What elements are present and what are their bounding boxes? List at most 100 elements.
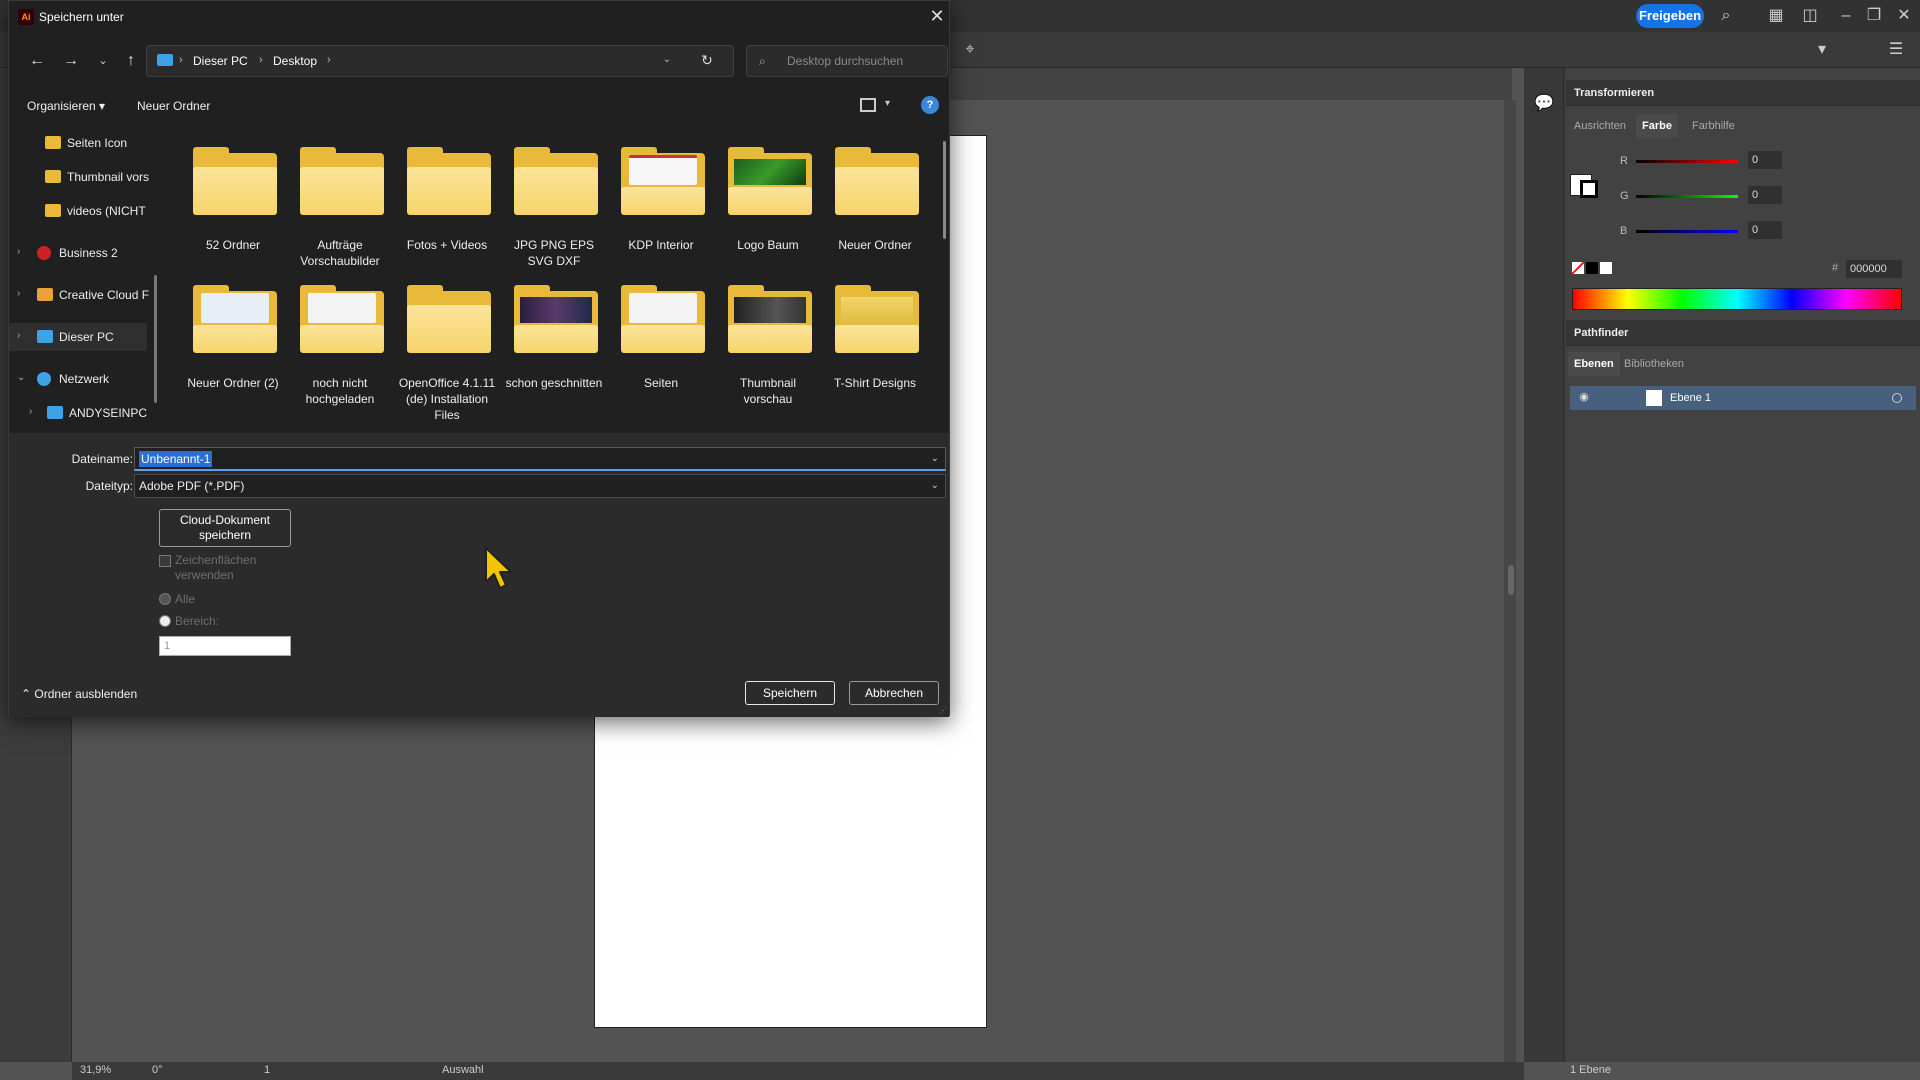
help-icon[interactable]: ? xyxy=(921,96,939,114)
folder-item[interactable]: Logo Baum xyxy=(716,129,820,259)
chevron-down-icon[interactable]: ▾ xyxy=(885,98,890,109)
back-arrow-icon[interactable]: ← xyxy=(25,49,49,73)
nav-item-thumbnail[interactable]: Thumbnail vors xyxy=(9,163,159,191)
breadcrumb-desktop[interactable]: Desktop xyxy=(273,54,317,68)
panel-options-icon[interactable]: ▾ xyxy=(1812,40,1832,60)
organize-menu[interactable]: Organisieren ▾ xyxy=(27,99,105,113)
range-input[interactable]: 1 xyxy=(159,636,291,656)
b-value[interactable]: 0 xyxy=(1748,221,1782,239)
address-bar[interactable]: › Dieser PC › Desktop › ⌄ ↻ xyxy=(146,45,734,77)
hide-folders-toggle[interactable]: ⌃ Ordner ausblenden xyxy=(21,687,137,701)
filename-value[interactable]: Unbenannt-1 xyxy=(139,451,213,467)
folder-item[interactable]: Aufträge Vorschaubilder xyxy=(288,129,392,268)
nav-item-netzwerk[interactable]: ⌄ Netzwerk xyxy=(9,365,159,393)
nav-item-videos[interactable]: videos (NICHT xyxy=(9,197,159,225)
folder-item[interactable]: Seiten xyxy=(609,267,713,397)
search-input[interactable]: ⌕ Desktop durchsuchen xyxy=(746,45,948,77)
chevron-right-icon[interactable]: › xyxy=(29,406,32,417)
artboard-number[interactable]: 1 xyxy=(264,1064,270,1076)
cancel-button[interactable]: Abbrechen xyxy=(849,681,939,705)
dialog-title-bar[interactable]: Ai Speichern unter ✕ xyxy=(9,1,949,33)
folder-item[interactable]: noch nicht hochgeladen xyxy=(288,267,392,406)
up-arrow-icon[interactable]: ↑ xyxy=(119,49,143,73)
folder-item[interactable]: T-Shirt Designs xyxy=(823,267,927,397)
chevron-down-icon[interactable]: ⌄ xyxy=(931,480,939,491)
g-slider[interactable] xyxy=(1636,195,1738,198)
eye-icon[interactable]: ◉ xyxy=(1576,389,1592,405)
chevron-right-icon[interactable]: › xyxy=(327,54,331,66)
restore-icon[interactable]: ❐ xyxy=(1864,6,1884,26)
tab-align[interactable]: Ausrichten xyxy=(1568,114,1632,138)
layer-name[interactable]: Ebene 1 xyxy=(1670,386,1711,410)
pathfinder-panel-header[interactable]: Pathfinder xyxy=(1566,320,1920,346)
share-button[interactable]: Freigeben xyxy=(1636,4,1704,28)
folder-item[interactable]: schon geschnitten xyxy=(502,267,606,397)
folder-item[interactable]: Fotos + Videos xyxy=(395,129,499,259)
nav-item-seiten-icon[interactable]: Seiten Icon xyxy=(9,129,159,157)
workspace-icon[interactable]: ▦ xyxy=(1766,6,1786,26)
tab-color[interactable]: Farbe xyxy=(1636,114,1678,138)
search-icon[interactable]: ⌕ xyxy=(1716,6,1736,26)
color-spectrum[interactable] xyxy=(1572,288,1902,310)
r-value[interactable]: 0 xyxy=(1748,151,1782,169)
breadcrumb-dieser-pc[interactable]: Dieser PC xyxy=(193,54,248,68)
comments-icon[interactable]: 💬 xyxy=(1534,94,1554,114)
filename-input[interactable]: Unbenannt-1 ⌄ xyxy=(134,447,946,471)
nav-item-business[interactable]: › Business 2 xyxy=(9,239,159,267)
canvas-scroll-thumb[interactable] xyxy=(1508,565,1514,595)
resize-grip-icon[interactable]: ⋰ xyxy=(939,706,947,715)
white-swatch[interactable] xyxy=(1600,262,1612,274)
view-icon[interactable] xyxy=(860,98,876,112)
nav-item-andyseinpc[interactable]: › ANDYSEINPC xyxy=(9,399,159,427)
forward-arrow-icon[interactable]: → xyxy=(59,49,83,73)
nav-scrollbar[interactable] xyxy=(154,275,157,403)
refresh-icon[interactable]: ↻ xyxy=(697,52,717,69)
rotation-angle[interactable]: 0° xyxy=(152,1064,163,1076)
folder-item[interactable]: Thumbnail vorschau xyxy=(716,267,820,406)
tab-libraries[interactable]: Bibliotheken xyxy=(1618,352,1690,376)
radio-all[interactable] xyxy=(159,593,171,605)
radio-range[interactable] xyxy=(159,615,171,627)
chevron-right-icon[interactable]: › xyxy=(179,54,183,66)
hex-field[interactable]: 000000 xyxy=(1846,260,1902,278)
layer-row[interactable]: ◉ Ebene 1 xyxy=(1570,386,1916,410)
target-icon[interactable] xyxy=(1892,393,1902,403)
minimize-icon[interactable]: – xyxy=(1836,6,1856,26)
nav-item-dieser-pc[interactable]: › Dieser PC xyxy=(9,323,147,351)
chevron-down-icon[interactable]: ⌄ xyxy=(17,372,25,383)
chevron-right-icon[interactable]: › xyxy=(17,330,20,341)
tab-layers[interactable]: Ebenen xyxy=(1568,352,1620,376)
folder-item[interactable]: Neuer Ordner (2) xyxy=(181,267,285,397)
arrange-icon[interactable]: ◫ xyxy=(1800,6,1820,26)
folder-item[interactable]: KDP Interior xyxy=(609,129,713,259)
recent-locations-icon[interactable]: ⌄ xyxy=(91,49,115,73)
g-value[interactable]: 0 xyxy=(1748,186,1782,204)
new-folder-button[interactable]: Neuer Ordner xyxy=(137,99,210,113)
menu-icon[interactable]: ☰ xyxy=(1886,40,1906,60)
folder-item[interactable]: JPG PNG EPS SVG DXF xyxy=(502,129,606,268)
artboards-checkbox[interactable] xyxy=(159,555,171,567)
tab-color-guide[interactable]: Farbhilfe xyxy=(1686,114,1741,138)
folder-item[interactable]: 52 Ordner xyxy=(181,129,285,259)
folder-item[interactable]: Neuer Ordner xyxy=(823,129,927,259)
folder-item[interactable]: OpenOffice 4.1.11 (de) Installation File… xyxy=(395,267,499,422)
close-window-icon[interactable]: ✕ xyxy=(1894,6,1914,26)
close-icon[interactable]: ✕ xyxy=(927,5,947,27)
stroke-swatch[interactable] xyxy=(1580,180,1598,198)
file-list-scrollbar[interactable] xyxy=(943,141,946,239)
chevron-right-icon[interactable]: › xyxy=(259,54,263,66)
filetype-select[interactable]: Adobe PDF (*.PDF) ⌄ xyxy=(134,474,946,498)
cloud-save-button[interactable]: Cloud-Dokument speichern xyxy=(159,509,291,547)
none-swatch[interactable] xyxy=(1572,262,1584,274)
save-button[interactable]: Speichern xyxy=(745,681,835,705)
chevron-right-icon[interactable]: › xyxy=(17,246,20,257)
r-slider[interactable] xyxy=(1636,160,1738,163)
nav-item-creative-cloud[interactable]: › Creative Cloud F xyxy=(9,281,159,309)
b-slider[interactable] xyxy=(1636,230,1738,233)
chevron-down-icon[interactable]: ⌄ xyxy=(659,54,675,65)
black-swatch[interactable] xyxy=(1586,262,1598,274)
chevron-right-icon[interactable]: › xyxy=(17,288,20,299)
chevron-down-icon[interactable]: ⌄ xyxy=(931,453,939,464)
zoom-level[interactable]: 31,9% xyxy=(80,1064,111,1076)
transform-tool-icon[interactable]: ⌖ xyxy=(960,40,980,60)
